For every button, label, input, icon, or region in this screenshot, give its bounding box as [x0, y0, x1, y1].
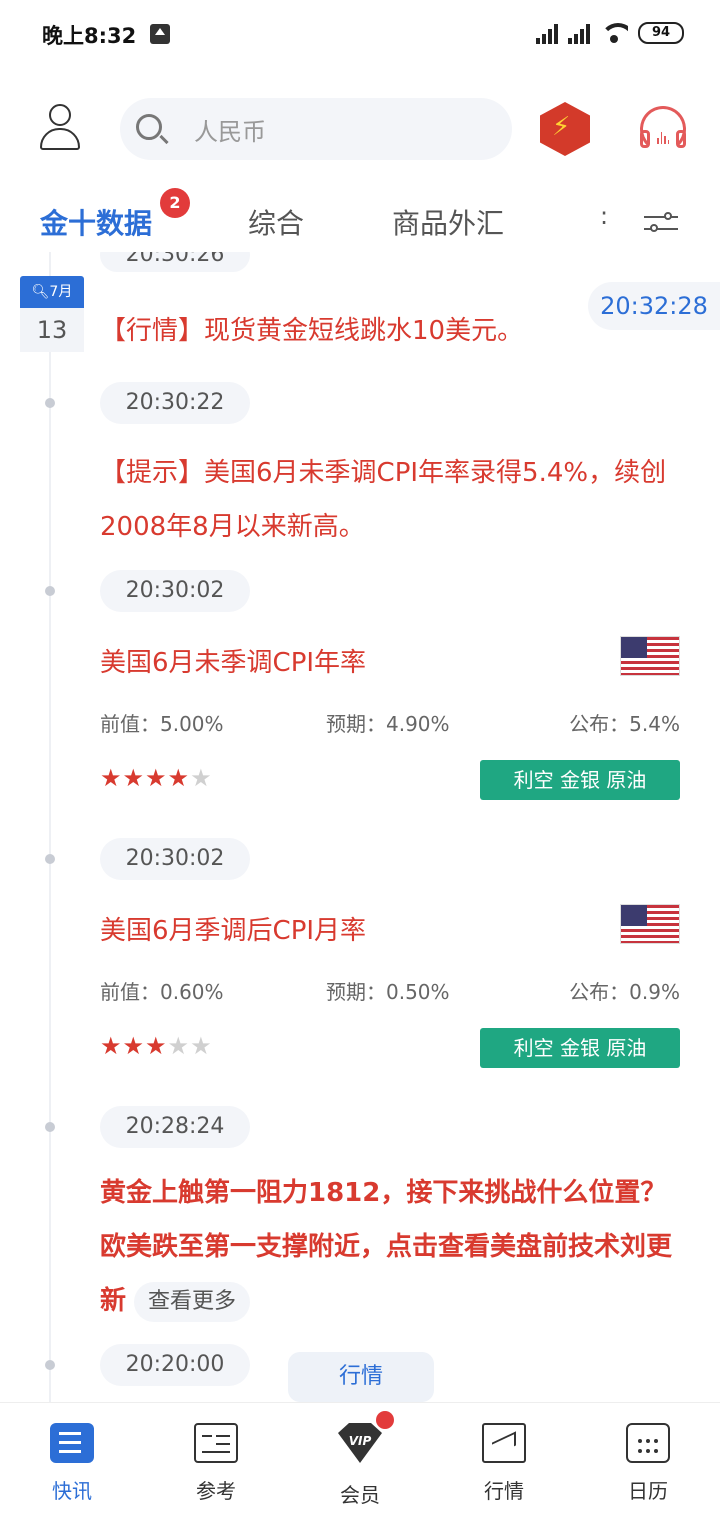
timeline-line: [49, 252, 51, 1402]
previous-value: 前值：0.60%: [100, 980, 224, 1004]
forecast-value: 预期：0.50%: [326, 980, 450, 1004]
headphone-icon[interactable]: [640, 106, 686, 152]
tab-badge: 2: [160, 188, 190, 218]
previous-value: 前值：5.00%: [100, 712, 224, 736]
time-pill: 20:20:00: [100, 1344, 250, 1386]
category-tabs: 金十数据 2 综合 商品外汇 :: [0, 180, 720, 260]
star-icon: ★: [122, 764, 146, 792]
forecast-value: 预期：4.90%: [326, 712, 450, 736]
tab-commodities-fx[interactable]: 商品外汇: [392, 202, 504, 242]
news-item-text[interactable]: 黄金上触第一阻力1812，接下来挑战什么位置？欧美跌至第一支撑附近，点击查看美盘…: [100, 1166, 690, 1328]
time-pill: 20:30:02: [100, 838, 250, 880]
signal-icon: [568, 22, 590, 44]
status-bar: 晚上8:32 94: [0, 0, 720, 70]
status-icons: 94: [536, 22, 684, 44]
tab-general[interactable]: 综合: [248, 202, 304, 242]
star-icon: ★: [100, 1032, 123, 1060]
date-month: 🔍︎7月: [20, 276, 84, 308]
calendar-icon: [626, 1423, 670, 1463]
nav-label: 快讯: [52, 1479, 92, 1503]
star-icon: ★: [100, 764, 123, 792]
star-icon: ★: [190, 1032, 213, 1060]
nav-calendar[interactable]: 日历: [576, 1403, 720, 1520]
importance-rating: ★★★★★: [100, 1032, 213, 1060]
app-header: 人民币: [0, 78, 720, 178]
timeline-dot: [45, 586, 55, 596]
status-time: 晚上8:32: [42, 24, 137, 48]
nav-label: 行情: [484, 1479, 524, 1503]
actual-value: 公布：0.9%: [569, 980, 680, 1004]
nav-label: 日历: [628, 1479, 668, 1503]
time-pill: 20:30:22: [100, 382, 250, 424]
time-pill: 20:30:26: [100, 252, 250, 272]
nav-label: 参考: [196, 1479, 236, 1503]
nav-membership[interactable]: 会员: [288, 1403, 432, 1520]
upload-icon: [150, 24, 170, 44]
filter-settings-icon[interactable]: [644, 210, 678, 236]
more-tabs-indicator: :: [600, 202, 609, 230]
news-feed[interactable]: 20:30:26 🔍︎7月 13 20:32:28 【行情】现货黄金短线跳水10…: [0, 252, 720, 1402]
user-profile-icon[interactable]: [38, 104, 82, 152]
search-icon: [136, 114, 162, 140]
us-flag-icon: [620, 904, 680, 944]
nav-reference[interactable]: 参考: [144, 1403, 288, 1520]
nav-label: 会员: [340, 1483, 380, 1507]
lightning-badge-icon[interactable]: [540, 102, 590, 156]
hd-signal-icon: [536, 22, 558, 44]
actual-value: 公布：5.4%: [569, 712, 680, 736]
indicator-title[interactable]: 美国6月季调后CPI月率: [100, 910, 366, 947]
vip-icon: [338, 1423, 382, 1463]
importance-rating: ★★★★★: [100, 764, 213, 792]
star-icon: ★: [167, 1032, 191, 1060]
indicator-title[interactable]: 美国6月未季调CPI年率: [100, 642, 366, 679]
tab-jin10-data[interactable]: 金十数据: [40, 202, 152, 242]
star-icon: ★: [190, 764, 213, 792]
nav-flash-news[interactable]: 快讯: [0, 1403, 144, 1520]
news-item-text[interactable]: 【行情】现货黄金短线跳水10美元。: [100, 304, 690, 358]
notification-dot: [376, 1411, 394, 1429]
search-placeholder: 人民币: [194, 118, 266, 146]
star-icon: ★: [122, 1032, 146, 1060]
timeline-dot: [45, 1360, 55, 1370]
timeline-dot: [45, 854, 55, 864]
view-more-button[interactable]: 查看更多: [134, 1281, 251, 1322]
nav-market[interactable]: 行情: [432, 1403, 576, 1520]
star-icon: ★: [145, 764, 168, 792]
star-icon: ★: [167, 764, 191, 792]
wifi-icon: [600, 23, 628, 43]
market-filter-chip[interactable]: 行情: [288, 1352, 434, 1402]
us-flag-icon: [620, 636, 680, 676]
impact-tag[interactable]: 利空 金银 原油: [480, 1028, 680, 1068]
battery-indicator: 94: [638, 22, 684, 44]
reference-icon: [194, 1423, 238, 1463]
bottom-nav: 快讯 参考 会员 行情 日历: [0, 1402, 720, 1520]
flash-news-icon: [50, 1423, 94, 1463]
time-pill: 20:30:02: [100, 570, 250, 612]
search-input[interactable]: 人民币: [120, 98, 512, 160]
timeline-dot: [45, 1122, 55, 1132]
news-item-text[interactable]: 【提示】美国6月未季调CPI年率录得5.4%，续创2008年8月以来新高。: [100, 446, 690, 554]
market-chart-icon: [482, 1423, 526, 1463]
date-picker-chip[interactable]: 🔍︎7月 13: [20, 276, 84, 352]
date-day: 13: [20, 308, 84, 352]
star-icon: ★: [145, 1032, 168, 1060]
timeline-dot: [45, 398, 55, 408]
impact-tag[interactable]: 利空 金银 原油: [480, 760, 680, 800]
time-pill: 20:28:24: [100, 1106, 250, 1148]
